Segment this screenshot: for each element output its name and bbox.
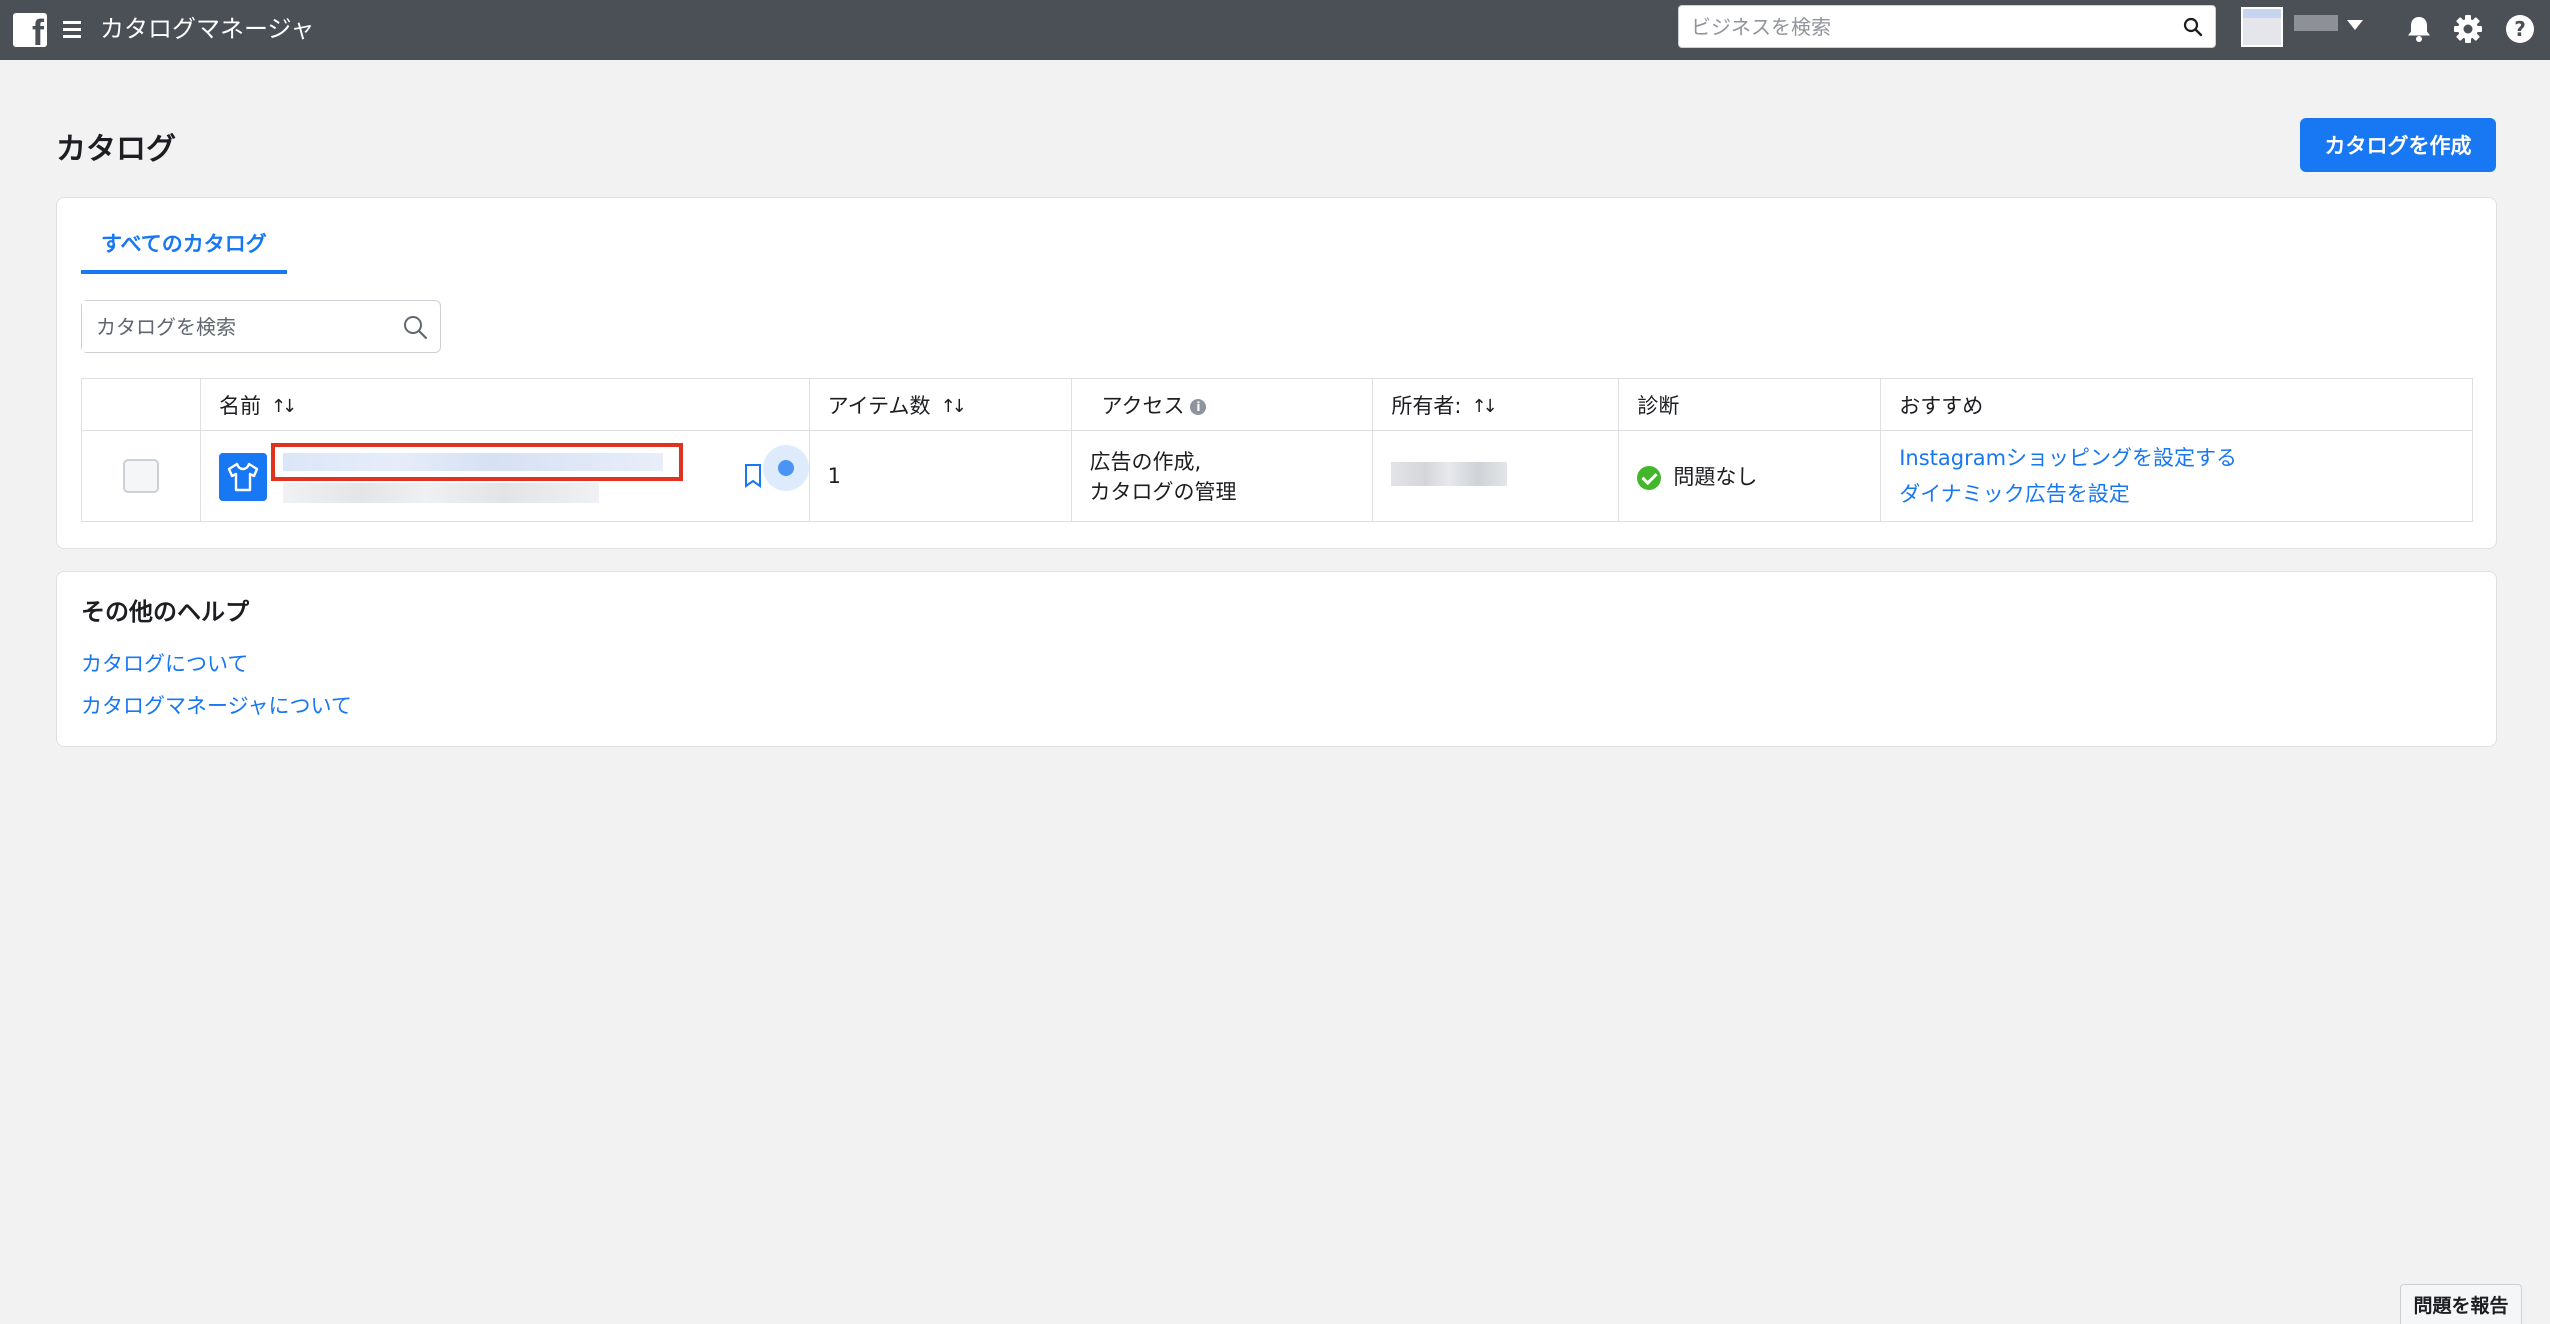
chevron-down-icon[interactable] <box>2347 20 2363 30</box>
svg-text:?: ? <box>2514 17 2526 41</box>
owner-cell <box>1372 430 1620 522</box>
sort-icon[interactable]: ↑↓ <box>941 396 967 417</box>
info-icon[interactable]: i <box>1190 398 1207 415</box>
catalog-name-cell[interactable] <box>199 430 810 522</box>
notifications-bell-icon[interactable] <box>2402 12 2436 46</box>
app-title: カタログマネージャ <box>100 15 315 43</box>
setup-instagram-shopping-link[interactable]: Instagramショッピングを設定する <box>1899 440 2454 476</box>
help-section-title: その他のヘルプ <box>81 598 249 626</box>
setup-dynamic-ads-link[interactable]: ダイナミック広告を設定 <box>1899 476 2454 512</box>
facebook-logo-icon[interactable]: f <box>13 13 47 47</box>
column-header-item-count[interactable]: アイテム数 ↑↓ <box>808 378 1072 431</box>
highlight-annotation-box <box>270 443 683 481</box>
catalogs-table: 名前↑↓ アイテム数↑↓ アクセスi 所有者:↑↓ 診断 おすすめ 1 <box>81 378 2473 522</box>
access-text-line: カタログの管理 <box>1089 480 1237 504</box>
about-catalog-manager-link[interactable]: カタログマネージャについて <box>81 690 352 720</box>
search-icon[interactable] <box>2183 17 2203 37</box>
diagnosis-status: 問題なし <box>1673 465 1758 489</box>
settings-gear-icon[interactable] <box>2451 12 2485 46</box>
column-header-recommendations: おすすめ <box>1880 378 2473 431</box>
menu-icon[interactable] <box>63 17 83 43</box>
about-catalogs-link[interactable]: カタログについて <box>81 648 248 678</box>
business-search-field[interactable] <box>1678 5 2216 48</box>
top-navigation-bar: f カタログマネージャ ? <box>0 0 2550 60</box>
table-row: 1 広告の作成, カタログの管理 問題なし Instagramショッピングを設定… <box>81 430 2473 522</box>
item-count-cell: 1 <box>808 430 1072 522</box>
report-problem-button[interactable]: 問題を報告 <box>2400 1284 2522 1324</box>
column-header-access: アクセス i <box>1070 378 1374 431</box>
page-title: カタログ <box>56 132 176 167</box>
check-circle-icon <box>1637 466 1662 490</box>
business-name-redacted[interactable] <box>2294 15 2338 31</box>
access-cell: 広告の作成, カタログの管理 <box>1070 430 1374 522</box>
column-header-name[interactable]: 名前 ↑↓ <box>199 378 810 431</box>
diagnosis-cell: 問題なし <box>1618 430 1882 522</box>
catalog-search-field[interactable] <box>81 300 441 353</box>
table-header-row: 名前 ↑↓ アイテム数 ↑↓ アクセス i 所有者: ↑↓ 診断 おすすめ <box>81 378 2473 431</box>
owner-name-redacted <box>1391 461 1508 486</box>
column-header-owner[interactable]: 所有者: ↑↓ <box>1372 378 1620 431</box>
shirt-catalog-icon <box>218 453 267 501</box>
search-icon[interactable] <box>402 314 428 340</box>
help-card: その他のヘルプ カタログについて カタログマネージャについて <box>56 571 2497 747</box>
select-column-header <box>81 378 201 431</box>
bookmark-icon[interactable] <box>743 463 763 489</box>
business-avatar[interactable] <box>2241 7 2283 47</box>
help-icon[interactable]: ? <box>2503 12 2537 46</box>
access-text-line: 広告の作成, <box>1089 450 1202 474</box>
row-select-cell <box>81 430 201 522</box>
row-checkbox[interactable] <box>122 459 159 493</box>
tab-all-catalogs[interactable]: すべてのカタログ <box>81 228 287 274</box>
create-catalog-button[interactable]: カタログを作成 <box>2300 118 2496 172</box>
recommendations-cell: Instagramショッピングを設定する ダイナミック広告を設定 <box>1880 430 2473 522</box>
sort-icon[interactable]: ↑↓ <box>271 396 297 417</box>
column-header-diagnosis: 診断 <box>1618 378 1882 431</box>
sort-icon[interactable]: ↑↓ <box>1471 396 1497 417</box>
tour-hotspot-indicator[interactable] <box>762 445 809 491</box>
catalogs-card: すべてのカタログ 名前↑↓ アイテム数↑↓ アクセスi 所有者:↑↓ 診断 おす… <box>56 197 2497 549</box>
catalog-id-redacted <box>282 483 599 503</box>
catalog-search-input[interactable] <box>82 301 382 352</box>
business-search-input[interactable] <box>1679 6 2159 47</box>
